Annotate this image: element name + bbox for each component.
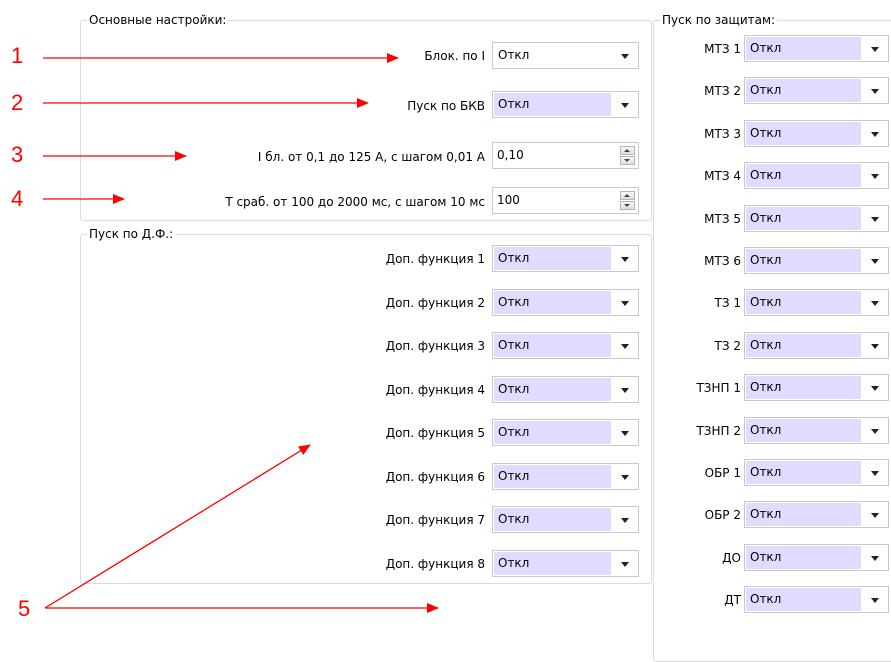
annotation-number-3: 3 bbox=[11, 142, 24, 167]
annotation-arrows bbox=[43, 53, 439, 613]
annotation-number-5: 5 bbox=[18, 596, 31, 621]
annotation-number-1: 1 bbox=[11, 43, 24, 68]
annotation-number-2: 2 bbox=[11, 90, 24, 115]
arrow-5a bbox=[44, 444, 311, 609]
annotation-number-4: 4 bbox=[11, 186, 24, 211]
